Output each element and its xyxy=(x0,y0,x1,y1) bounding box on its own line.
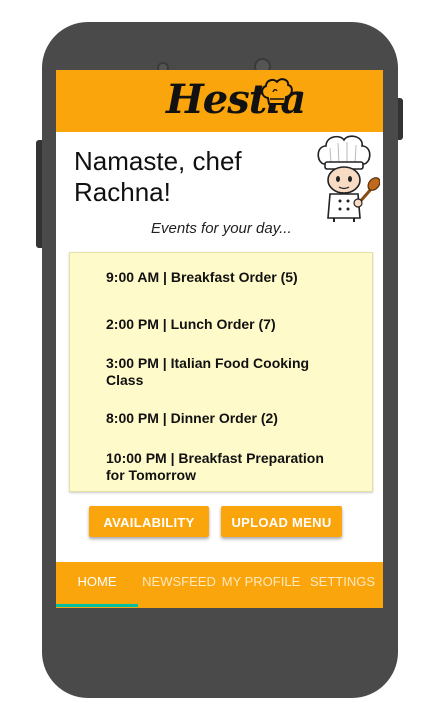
event-item[interactable]: 10:00 PM | Breakfast Preparation for Tom… xyxy=(106,450,346,484)
availability-button[interactable]: AVAILABILITY xyxy=(89,506,209,537)
event-item[interactable]: 3:00 PM | Italian Food Cooking Class xyxy=(106,355,346,389)
active-tab-indicator xyxy=(56,604,138,607)
chef-mascot-illustration xyxy=(317,135,380,222)
event-item[interactable]: 2:00 PM | Lunch Order (7) xyxy=(106,316,346,333)
events-list: 9:00 AM | Breakfast Order (5) 2:00 PM | … xyxy=(69,252,373,492)
event-item[interactable]: 8:00 PM | Dinner Order (2) xyxy=(106,410,346,427)
tab-settings[interactable]: SETTINGS xyxy=(302,562,383,608)
tab-newsfeed[interactable]: NEWSFEED xyxy=(138,562,220,608)
app-header: Hestia xyxy=(56,70,383,132)
app-screen: Hestia Namaste, chef Rachna! Events for … xyxy=(56,70,383,608)
chef-hat-icon xyxy=(261,78,293,105)
greeting-title: Namaste, chef Rachna! xyxy=(74,146,242,207)
tab-my-profile[interactable]: MY PROFILE xyxy=(220,562,302,608)
tab-home[interactable]: HOME xyxy=(56,562,138,608)
bottom-tab-bar: HOME NEWSFEED MY PROFILE SETTINGS xyxy=(56,562,383,608)
upload-menu-button[interactable]: UPLOAD MENU xyxy=(221,506,342,537)
event-item[interactable]: 9:00 AM | Breakfast Order (5) xyxy=(106,269,346,286)
events-subtitle: Events for your day... xyxy=(151,220,292,237)
